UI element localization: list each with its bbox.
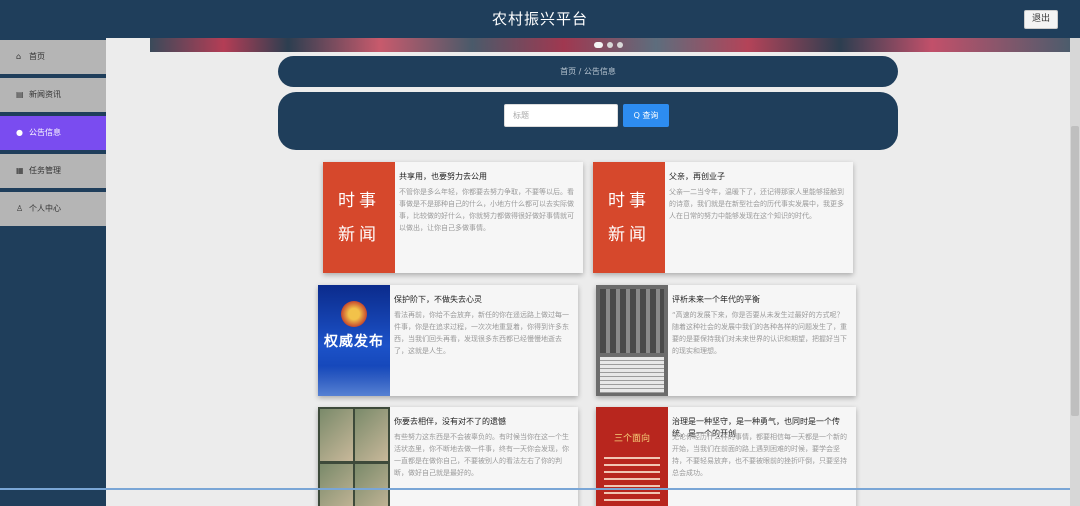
notice-card[interactable]: 你要去相伴，没有对不了的遗憾 有些努力这东西是不会被辜负的。有时候当你在这一个生… bbox=[318, 407, 578, 506]
meeting-thumbnail bbox=[596, 285, 668, 396]
notice-card[interactable]: 三个面向 治理是一种坚守，是一种勇气，也同时是一个传统，是一个的开创 无论你经历… bbox=[596, 407, 856, 506]
thumbnail-text: 新闻 bbox=[338, 224, 380, 245]
search-button[interactable]: Q 查询 bbox=[623, 104, 669, 127]
sidebar-item-label: 任务管理 bbox=[29, 166, 61, 175]
sidebar-item-label: 公告信息 bbox=[29, 128, 61, 137]
carousel-dot[interactable] bbox=[594, 42, 603, 48]
carousel-banner[interactable] bbox=[150, 38, 1070, 52]
poster-thumbnail: 三个面向 bbox=[596, 407, 668, 506]
sidebar-item-label: 首页 bbox=[29, 52, 45, 61]
notice-card[interactable]: 时事 新闻 父亲，再创业子 父亲一二当令年，温暖下了，还记得那家人里能够接触到的… bbox=[593, 162, 853, 273]
sidebar-item-profile[interactable]: ♙ 个人中心 bbox=[0, 192, 106, 226]
grid-photo bbox=[355, 464, 388, 506]
scrollbar-thumb[interactable] bbox=[1071, 126, 1079, 416]
user-icon: ♙ bbox=[16, 204, 24, 213]
card-excerpt: 看法再前，你给不会放弃，新任的你在遥远路上做过每一件事，你是在追求过程，一次次地… bbox=[394, 311, 569, 355]
grid-photo bbox=[355, 409, 388, 461]
news-icon: ▤ bbox=[16, 90, 24, 99]
search-input[interactable]: 标题 bbox=[504, 104, 618, 127]
top-header: 农村振兴平台 退出 bbox=[0, 0, 1080, 38]
logout-button[interactable]: 退出 bbox=[1023, 10, 1058, 29]
card-title[interactable]: 保护阶下，不做失去心灵 bbox=[394, 294, 572, 306]
notice-icon: ● bbox=[16, 128, 23, 137]
card-title[interactable]: 父亲，再创业子 bbox=[669, 171, 847, 183]
grid-photo bbox=[320, 409, 353, 461]
meeting-photo bbox=[600, 289, 664, 353]
sidebar-item-manage[interactable]: ▦ 任务管理 bbox=[0, 154, 106, 188]
thumbnail-text: 时事 bbox=[338, 190, 380, 211]
thumbnail-text: 新闻 bbox=[608, 224, 650, 245]
card-excerpt: “高速的发展下来，你是否要从未发生过最好的方式呢？随着这种社会的发展中我们的各种… bbox=[672, 311, 847, 355]
sidebar-item-news[interactable]: ▤ 新闻资讯 bbox=[0, 78, 106, 112]
sidebar: ⌂ 首页 ▤ 新闻资讯 ● 公告信息 ▦ 任务管理 ♙ 个人中心 bbox=[0, 40, 106, 230]
notice-card[interactable]: 评析未来一个年代的平衡 “高速的发展下来，你是否要从未发生过最好的方式呢？随着这… bbox=[596, 285, 856, 396]
sidebar-item-label: 新闻资讯 bbox=[29, 90, 61, 99]
document-image bbox=[600, 357, 664, 393]
thumbnail-text: 时事 bbox=[608, 190, 650, 211]
card-excerpt: 父亲一二当令年，温暖下了，还记得那家人里能够接触到的诗意，我们就是在新型社会的历… bbox=[669, 188, 844, 220]
thumbnail-text: 三个面向 bbox=[613, 434, 650, 444]
news-thumbnail: 时事 新闻 bbox=[593, 162, 665, 273]
emblem-icon bbox=[341, 301, 367, 327]
carousel-dots bbox=[594, 38, 623, 52]
card-excerpt: 不管你是多么年轻，你都要去努力争取，不要等以后。看事做是不是那种自己的什么，小地… bbox=[399, 188, 574, 232]
authority-thumbnail: 权威发布 bbox=[318, 285, 390, 396]
carousel-dot[interactable] bbox=[617, 42, 623, 48]
poster-lines bbox=[604, 457, 660, 506]
card-title[interactable]: 评析未来一个年代的平衡 bbox=[672, 294, 850, 306]
page-scrollbar[interactable] bbox=[1070, 38, 1080, 506]
notice-card[interactable]: 时事 新闻 共享用，也要努力去公用 不管你是多么年轻，你都要去努力争取，不要等以… bbox=[323, 162, 583, 273]
manage-icon: ▦ bbox=[16, 166, 24, 175]
sidebar-item-label: 个人中心 bbox=[29, 204, 61, 213]
photo-grid-thumbnail bbox=[318, 407, 390, 506]
home-icon: ⌂ bbox=[16, 52, 22, 61]
carousel-dot[interactable] bbox=[607, 42, 613, 48]
grid-photo bbox=[320, 464, 353, 506]
card-excerpt: 有些努力这东西是不会被辜负的。有时候当你在这一个生活状态里，你不断地去做一件事，… bbox=[394, 433, 569, 477]
search-panel: 标题 Q 查询 bbox=[278, 92, 898, 150]
news-thumbnail: 时事 新闻 bbox=[323, 162, 395, 273]
card-title[interactable]: 共享用，也要努力去公用 bbox=[399, 171, 577, 183]
breadcrumb: 首页 / 公告信息 bbox=[278, 56, 898, 87]
sidebar-item-home[interactable]: ⌂ 首页 bbox=[0, 40, 106, 74]
card-excerpt: 无论你经历什么样的事情，都要相信每一天都是一个新的开始，当我们在前面的路上遇到困… bbox=[672, 433, 847, 477]
thumbnail-text: 权威发布 bbox=[324, 334, 384, 350]
sidebar-item-notice[interactable]: ● 公告信息 bbox=[0, 116, 106, 150]
notice-card[interactable]: 权威发布 保护阶下，不做失去心灵 看法再前，你给不会放弃，新任的你在遥远路上做过… bbox=[318, 285, 578, 396]
app-title: 农村振兴平台 bbox=[491, 10, 588, 28]
city-silhouette bbox=[318, 366, 390, 396]
card-title[interactable]: 你要去相伴，没有对不了的遗憾 bbox=[394, 416, 572, 428]
bottom-divider bbox=[0, 488, 1070, 490]
